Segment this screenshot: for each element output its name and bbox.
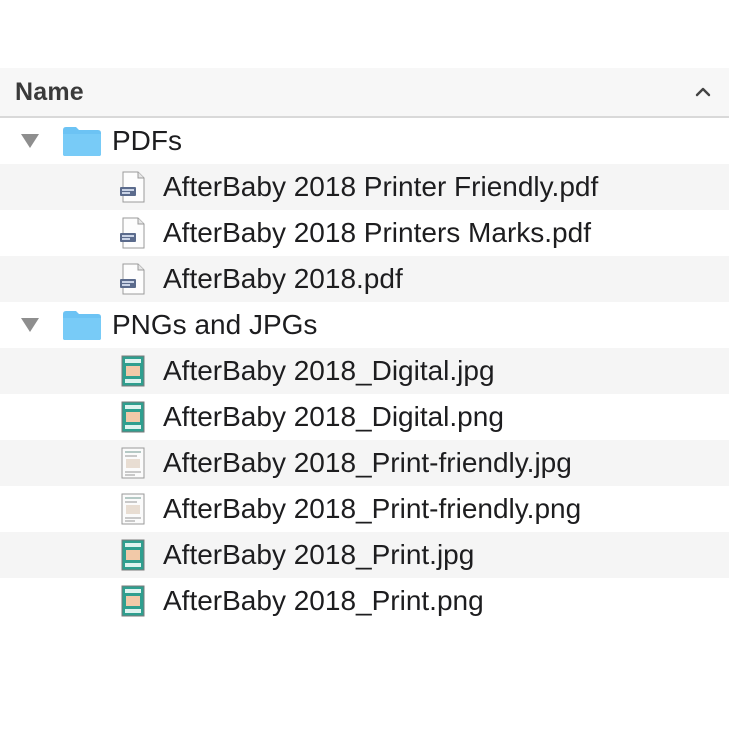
image-file-icon bbox=[121, 401, 145, 433]
file-row[interactable]: AfterBaby 2018_Digital.jpg bbox=[0, 348, 729, 394]
folder-name: PNGs and JPGs bbox=[112, 309, 318, 340]
file-name: AfterBaby 2018_Print.jpg bbox=[163, 539, 475, 570]
folder-icon bbox=[63, 311, 101, 340]
file-name: AfterBaby 2018.pdf bbox=[163, 263, 403, 294]
image-file-light-icon bbox=[121, 447, 145, 479]
chevron-up-icon[interactable] bbox=[693, 82, 713, 102]
file-name: AfterBaby 2018 Printers Marks.pdf bbox=[163, 217, 591, 248]
file-row[interactable]: AfterBaby 2018_Digital.png bbox=[0, 394, 729, 440]
disclosure-triangle-icon[interactable] bbox=[19, 316, 41, 334]
folder-row-pngs-and-jpgs[interactable]: PNGs and JPGs bbox=[0, 302, 729, 348]
folder-name: PDFs bbox=[112, 125, 182, 156]
name-column-label[interactable]: Name bbox=[15, 78, 84, 107]
image-file-light-icon bbox=[121, 493, 145, 525]
file-name: AfterBaby 2018_Print-friendly.png bbox=[163, 493, 582, 524]
file-name: AfterBaby 2018_Digital.png bbox=[163, 401, 504, 432]
file-name: AfterBaby 2018_Digital.jpg bbox=[163, 355, 495, 386]
pdf-file-icon bbox=[120, 217, 145, 249]
column-header[interactable]: Name bbox=[0, 68, 729, 118]
file-row[interactable]: AfterBaby 2018.pdf bbox=[0, 256, 729, 302]
file-name: AfterBaby 2018 Printer Friendly.pdf bbox=[163, 171, 599, 202]
file-name: AfterBaby 2018_Print.png bbox=[163, 585, 484, 616]
pdf-file-icon bbox=[120, 263, 145, 295]
pdf-file-icon bbox=[120, 171, 145, 203]
image-file-icon bbox=[121, 585, 145, 617]
image-file-icon bbox=[121, 355, 145, 387]
finder-list-view: Name PDFs AfterBaby 2018 Printer Friendl… bbox=[0, 68, 729, 624]
file-row[interactable]: AfterBaby 2018_Print.jpg bbox=[0, 532, 729, 578]
folder-icon bbox=[63, 127, 101, 156]
file-row[interactable]: AfterBaby 2018 Printers Marks.pdf bbox=[0, 210, 729, 256]
file-row[interactable]: AfterBaby 2018_Print-friendly.jpg bbox=[0, 440, 729, 486]
image-file-icon bbox=[121, 539, 145, 571]
file-row[interactable]: AfterBaby 2018_Print.png bbox=[0, 578, 729, 624]
file-row[interactable]: AfterBaby 2018 Printer Friendly.pdf bbox=[0, 164, 729, 210]
file-row[interactable]: AfterBaby 2018_Print-friendly.png bbox=[0, 486, 729, 532]
disclosure-triangle-icon[interactable] bbox=[19, 132, 41, 150]
file-name: AfterBaby 2018_Print-friendly.jpg bbox=[163, 447, 572, 478]
file-list: PDFs AfterBaby 2018 Printer Friendly.pdf… bbox=[0, 118, 729, 624]
folder-row-pdfs[interactable]: PDFs bbox=[0, 118, 729, 164]
